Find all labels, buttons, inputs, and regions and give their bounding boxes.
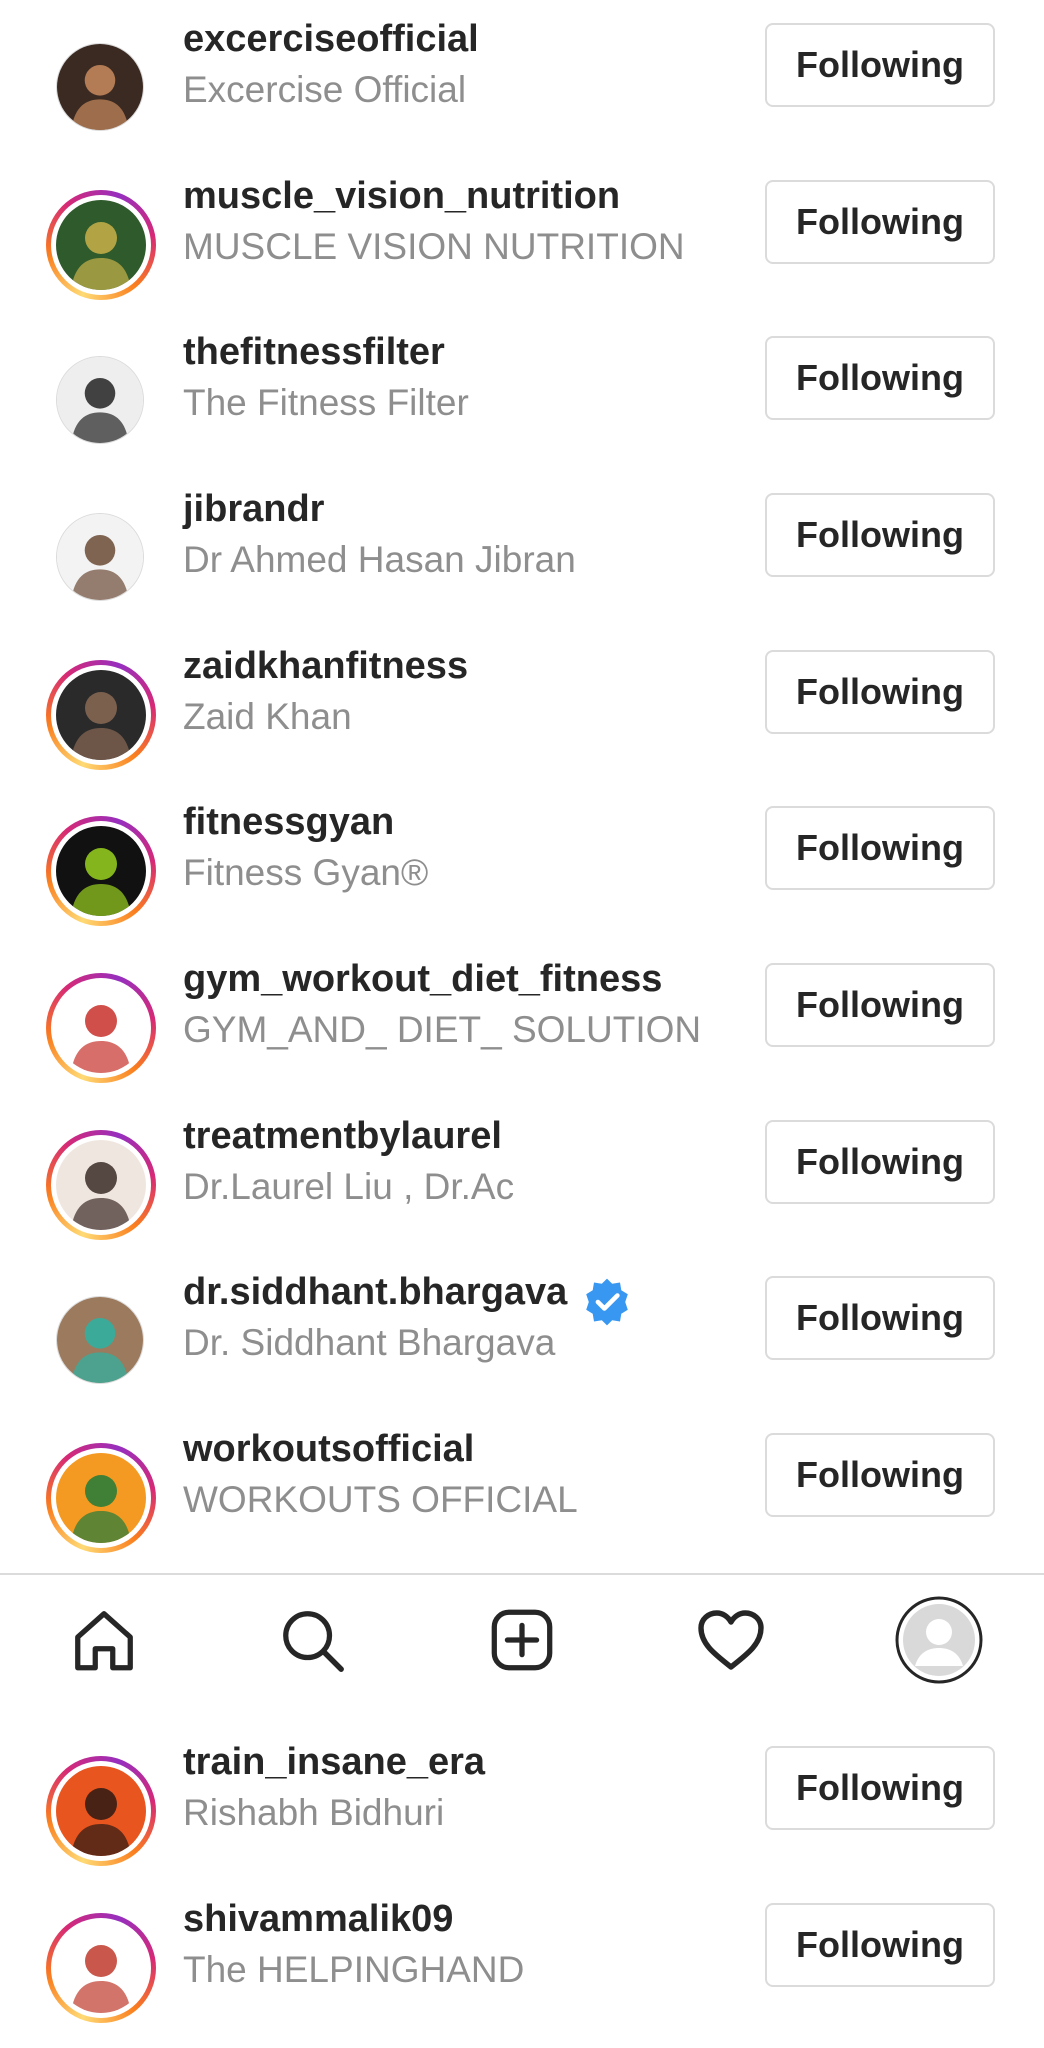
activity-heart-icon	[698, 1610, 764, 1670]
following-row[interactable]: jibrandr Dr Ahmed Hasan Jibran Following	[0, 470, 1044, 627]
search-tab[interactable]	[267, 1595, 357, 1685]
following-row[interactable]: shivammalik09 The HELPINGHAND Following	[0, 1880, 1044, 2037]
following-button[interactable]: Following	[765, 1120, 995, 1204]
profile-picture	[56, 1766, 146, 1856]
avatar-image	[56, 670, 146, 760]
avatar-image	[57, 357, 143, 443]
following-row[interactable]: muscle_vision_nutrition MUSCLE VISION NUT…	[0, 157, 1044, 314]
avatar-image	[57, 514, 143, 600]
username[interactable]: zaidkhanfitness	[183, 644, 468, 688]
username[interactable]: thefitnessfilter	[183, 330, 445, 374]
profile-avatar-icon	[895, 1596, 983, 1684]
avatar-image	[57, 44, 143, 130]
avatar[interactable]	[46, 660, 156, 770]
username[interactable]: fitnessgyan	[183, 800, 394, 844]
profile-picture	[56, 670, 146, 760]
new-post-icon	[491, 1609, 553, 1671]
following-row[interactable]: treatmentbylaurel Dr.Laurel Liu , Dr.Ac Fo…	[0, 1097, 1044, 1254]
full-name: Dr Ahmed Hasan Jibran	[183, 539, 576, 580]
following-row[interactable]: thefitnessfilter The Fitness Filter Follow…	[0, 313, 1044, 470]
full-name: Rishabh Bidhuri	[183, 1792, 445, 1833]
profile-picture	[56, 1923, 146, 2013]
following-button[interactable]: Following	[765, 1903, 995, 1987]
full-name: Dr.Laurel Liu , Dr.Ac	[183, 1166, 515, 1207]
avatar[interactable]	[46, 973, 156, 1083]
username[interactable]: jibrandr	[183, 487, 324, 531]
avatar-image	[57, 1297, 143, 1383]
following-button[interactable]: Following	[765, 493, 995, 577]
full-name: Fitness Gyan®	[183, 852, 429, 893]
avatar-image	[56, 1453, 146, 1543]
avatar[interactable]	[46, 1913, 156, 2023]
profile-picture	[56, 1296, 144, 1384]
search-icon	[283, 1611, 344, 1672]
profile-picture	[56, 43, 144, 131]
avatar-image	[56, 200, 146, 290]
avatar-image	[56, 1923, 146, 2013]
following-button[interactable]: Following	[765, 1746, 995, 1830]
avatar[interactable]	[46, 1286, 156, 1396]
username[interactable]: gym_workout_diet_fitness	[183, 957, 662, 1001]
full-name: The Fitness Filter	[183, 382, 469, 423]
full-name: Excercise Official	[183, 69, 467, 110]
following-row[interactable]: zaidkhanfitness Zaid Khan Following	[0, 627, 1044, 784]
avatar-image	[56, 1140, 146, 1230]
activity-tab[interactable]	[686, 1595, 776, 1685]
avatar-image	[56, 1766, 146, 1856]
following-button[interactable]: Following	[765, 336, 995, 420]
profile-picture	[56, 1453, 146, 1543]
following-row[interactable]: excerciseofficial Excercise Official Follo…	[0, 0, 1044, 157]
avatar-image	[56, 826, 146, 916]
following-row[interactable]: workoutsofficial WORKOUTS OFFICIAL Followi…	[0, 1410, 1044, 1567]
avatar[interactable]	[46, 1130, 156, 1240]
following-row[interactable]: fitnessgyan Fitness Gyan® Following	[0, 783, 1044, 940]
following-row[interactable]: gym_workout_diet_fitness GYM_AND_ DIET_ S…	[0, 940, 1044, 1097]
following-button[interactable]: Following	[765, 23, 995, 107]
profile-picture	[56, 983, 146, 1073]
new-post-tab[interactable]	[477, 1595, 567, 1685]
username[interactable]: muscle_vision_nutrition	[183, 174, 620, 218]
full-name: WORKOUTS OFFICIAL	[183, 1479, 578, 1520]
username[interactable]: excerciseofficial	[183, 17, 479, 61]
following-button[interactable]: Following	[765, 806, 995, 890]
avatar[interactable]	[46, 33, 156, 143]
profile-picture	[56, 200, 146, 290]
avatar[interactable]	[46, 1443, 156, 1553]
profile-picture	[56, 356, 144, 444]
avatar[interactable]	[46, 346, 156, 456]
verified-badge-icon	[581, 1276, 633, 1328]
profile-picture	[56, 1140, 146, 1230]
following-button[interactable]: Following	[765, 1433, 995, 1517]
full-name: The HELPINGHAND	[183, 1949, 525, 1990]
username[interactable]: train_insane_era	[183, 1740, 485, 1784]
following-button[interactable]: Following	[765, 1276, 995, 1360]
following-button[interactable]: Following	[765, 963, 995, 1047]
home-tab[interactable]	[59, 1595, 149, 1685]
avatar[interactable]	[46, 190, 156, 300]
avatar[interactable]	[46, 816, 156, 926]
profile-picture	[56, 826, 146, 916]
following-row[interactable]: train_insane_era Rishabh Bidhuri Following	[0, 1723, 1044, 1880]
bottom-navigation-bar	[0, 1573, 1044, 1706]
full-name: Dr. Siddhant Bhargava	[183, 1322, 556, 1363]
profile-picture	[56, 513, 144, 601]
full-name: GYM_AND_ DIET_ SOLUTION	[183, 1009, 702, 1050]
avatar[interactable]	[46, 503, 156, 613]
username[interactable]: dr.siddhant.bhargava	[183, 1270, 567, 1314]
avatar-image	[56, 983, 146, 1073]
following-button[interactable]: Following	[765, 180, 995, 264]
username[interactable]: treatmentbylaurel	[183, 1114, 502, 1158]
username[interactable]: workoutsofficial	[183, 1427, 474, 1471]
home-icon	[75, 1611, 133, 1671]
following-row[interactable]: dr.siddhant.bhargava Dr. Siddhant Bhargav…	[0, 1253, 1044, 1410]
full-name: Zaid Khan	[183, 696, 352, 737]
username[interactable]: shivammalik09	[183, 1897, 453, 1941]
avatar[interactable]	[46, 1756, 156, 1866]
following-button[interactable]: Following	[765, 650, 995, 734]
profile-tab[interactable]	[894, 1595, 984, 1685]
full-name: MUSCLE VISION NUTRITION	[183, 226, 685, 267]
